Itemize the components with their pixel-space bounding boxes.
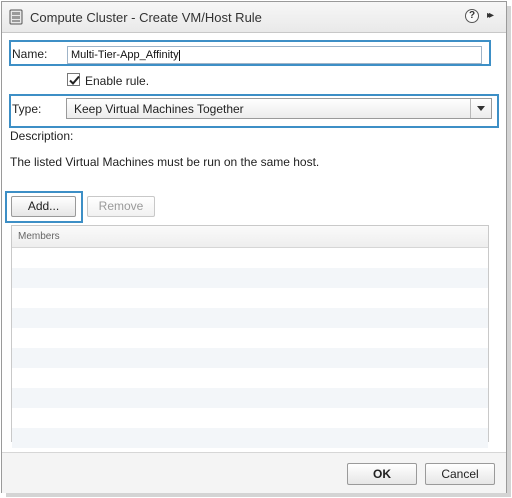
checkmark-icon	[69, 75, 80, 85]
name-value: Multi-Tier-App_Affinity	[71, 49, 179, 61]
description-label: Description:	[10, 129, 74, 143]
create-vm-host-rule-dialog: Compute Cluster - Create VM/Host Rule ? …	[1, 1, 507, 493]
list-row	[12, 408, 488, 428]
dialog-titlebar[interactable]: Compute Cluster - Create VM/Host Rule ? …	[2, 2, 506, 33]
enable-rule-checkbox[interactable]	[67, 73, 80, 86]
dropdown-arrow-icon[interactable]	[470, 99, 491, 118]
list-row	[12, 248, 488, 268]
type-label: Type:	[12, 102, 42, 116]
list-row	[12, 288, 488, 308]
list-row	[12, 308, 488, 328]
dialog-footer: OK Cancel	[2, 452, 506, 493]
dialog-shadow-right	[507, 6, 511, 496]
members-list[interactable]: Members	[11, 225, 489, 448]
list-row	[12, 328, 488, 348]
dialog-title: Compute Cluster - Create VM/Host Rule	[30, 10, 262, 25]
rule-type-value: Keep Virtual Machines Together	[74, 102, 244, 116]
enable-rule-label[interactable]: Enable rule.	[85, 74, 149, 88]
cluster-icon	[9, 9, 23, 25]
rule-type-select[interactable]: Keep Virtual Machines Together	[66, 98, 492, 119]
cancel-button[interactable]: Cancel	[425, 463, 495, 485]
add-button[interactable]: Add...	[11, 196, 76, 217]
ok-button[interactable]: OK	[347, 463, 417, 485]
list-row	[12, 348, 488, 368]
list-row	[12, 388, 488, 408]
text-caret	[178, 49, 180, 61]
expand-icon[interactable]: ▸▸	[487, 10, 494, 21]
list-row	[12, 268, 488, 288]
members-column-header[interactable]: Members	[12, 226, 488, 248]
list-row	[12, 368, 488, 388]
list-row	[12, 428, 488, 448]
dialog-shadow-bottom	[6, 493, 511, 497]
name-field[interactable]: Multi-Tier-App_Affinity	[67, 46, 482, 64]
help-icon[interactable]: ?	[465, 9, 479, 23]
name-label: Name:	[12, 47, 48, 61]
description-text: The listed Virtual Machines must be run …	[10, 155, 320, 169]
remove-button[interactable]: Remove	[87, 196, 155, 217]
